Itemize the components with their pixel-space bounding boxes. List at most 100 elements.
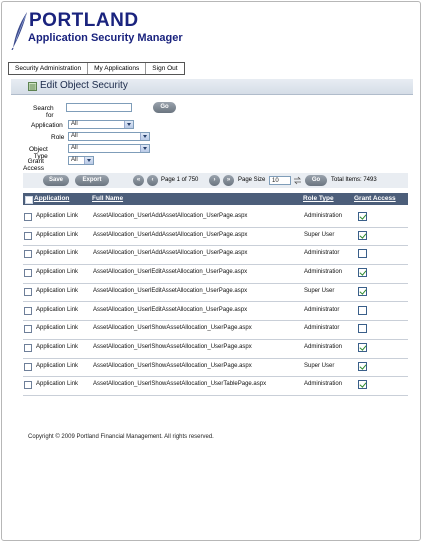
- application-label: Application: [31, 122, 63, 129]
- table-row: Application Link AssetAllocation_UserlAd…: [23, 245, 408, 266]
- next-page-icon[interactable]: ›: [209, 175, 220, 186]
- application-select[interactable]: All: [68, 120, 134, 129]
- row-full-name: AssetAllocation_UserlShowAssetAllocation…: [93, 325, 252, 332]
- object-type-select-value: All: [71, 145, 78, 151]
- grant-access-select[interactable]: All: [68, 156, 94, 165]
- row-full-name: AssetAllocation_UserlShowAssetAllocation…: [93, 362, 252, 369]
- row-application: Application Link: [36, 250, 79, 257]
- grant-access-checkbox[interactable]: [358, 305, 367, 315]
- row-role-type: Administration: [304, 343, 343, 350]
- row-checkbox[interactable]: [24, 269, 32, 278]
- table-header: Application Full Name Role Type Grant Ac…: [23, 193, 408, 205]
- page-size-input[interactable]: 10: [269, 176, 291, 185]
- brand-title: PORTLAND: [29, 10, 139, 31]
- page-indicator: Page 1 of 750: [161, 177, 199, 183]
- swap-icon[interactable]: [293, 176, 302, 185]
- row-checkbox[interactable]: [24, 343, 32, 352]
- row-role-type: Super User: [304, 231, 335, 238]
- role-select[interactable]: All: [68, 132, 150, 141]
- grant-access-checkbox[interactable]: [358, 324, 367, 334]
- grant-access-checkbox[interactable]: [358, 268, 367, 278]
- row-full-name: AssetAllocation_UserlEditAssetAllocation…: [93, 269, 248, 276]
- row-full-name: AssetAllocation_UserlAddAssetAllocation_…: [93, 250, 248, 257]
- row-full-name: AssetAllocation_UserlAddAssetAllocation_…: [93, 213, 248, 219]
- save-button[interactable]: Save: [43, 175, 69, 186]
- role-select-value: All: [71, 133, 78, 139]
- pager-toolbar: Save Export « ‹ Page 1 of 750 › » Page S…: [23, 173, 408, 188]
- row-checkbox[interactable]: [24, 381, 32, 390]
- row-checkbox[interactable]: [24, 231, 32, 240]
- row-role-type: Administrator: [304, 250, 340, 257]
- column-application[interactable]: Application: [34, 193, 69, 205]
- column-role-type[interactable]: Role Type: [303, 193, 334, 205]
- prev-page-icon[interactable]: ‹: [147, 175, 158, 186]
- nav-sign-out[interactable]: Sign Out: [146, 63, 183, 74]
- first-page-icon[interactable]: «: [133, 175, 144, 186]
- object-type-select[interactable]: All: [68, 144, 150, 153]
- total-items: Total Items: 7493: [331, 177, 377, 183]
- search-input[interactable]: [66, 103, 132, 112]
- copyright-footer: Copyright © 2009 Portland Financial Mana…: [28, 434, 214, 440]
- table-row: Application Link AssetAllocation_UserlAd…: [23, 227, 408, 247]
- row-checkbox[interactable]: [24, 325, 32, 334]
- row-checkbox[interactable]: [24, 362, 32, 371]
- row-application: Application Link: [36, 231, 79, 238]
- page-go-button[interactable]: Go: [305, 175, 327, 186]
- grant-access-label: Grant Access: [23, 158, 44, 172]
- row-application: Application Link: [36, 287, 79, 294]
- chevron-down-icon: [140, 133, 149, 140]
- last-page-icon[interactable]: »: [223, 175, 234, 186]
- row-checkbox[interactable]: [24, 250, 32, 259]
- top-nav: Security Administration My Applications …: [8, 62, 185, 75]
- row-application: Application Link: [36, 362, 79, 369]
- quill-icon: [11, 12, 27, 50]
- grant-access-select-value: All: [71, 157, 78, 163]
- grant-access-checkbox[interactable]: [358, 249, 367, 259]
- table-row: Application Link AssetAllocation_UserlEd…: [23, 264, 408, 284]
- grant-access-checkbox[interactable]: [358, 230, 367, 240]
- row-application: Application Link: [36, 306, 79, 313]
- table-row: Application Link AssetAllocation_UserlSh…: [23, 376, 408, 396]
- chevron-down-icon: [124, 121, 133, 128]
- table-row: Application Link AssetAllocation_UserlEd…: [23, 283, 408, 303]
- row-full-name: AssetAllocation_UserlShowAssetAllocation…: [93, 343, 252, 350]
- grant-access-checkbox[interactable]: [358, 342, 367, 352]
- search-go-button[interactable]: Go: [153, 102, 176, 113]
- table-row: Application Link AssetAllocation_UserlEd…: [23, 302, 408, 322]
- row-role-type: Administrator: [304, 325, 340, 332]
- database-icon: [28, 82, 37, 91]
- page-title: Edit Object Security: [40, 80, 128, 91]
- grant-access-checkbox[interactable]: [358, 361, 367, 371]
- table-row: Application Link AssetAllocation_UserlAd…: [23, 208, 408, 228]
- row-role-type: Administrator: [304, 306, 340, 313]
- row-application: Application Link: [36, 343, 79, 350]
- row-full-name: AssetAllocation_UserlEditAssetAllocation…: [93, 287, 248, 294]
- column-full-name[interactable]: Full Name: [92, 193, 123, 205]
- row-role-type: Super User: [304, 362, 335, 369]
- row-full-name: AssetAllocation_UserlEditAssetAllocation…: [93, 306, 248, 313]
- export-button[interactable]: Export: [75, 175, 109, 186]
- chevron-down-icon: [84, 157, 93, 164]
- nav-security-administration[interactable]: Security Administration: [9, 63, 89, 74]
- nav-my-applications[interactable]: My Applications: [88, 63, 147, 74]
- table-row: Application Link AssetAllocation_UserlSh…: [23, 358, 408, 378]
- row-role-type: Administration: [304, 269, 343, 276]
- select-all-checkbox[interactable]: [25, 196, 33, 204]
- column-grant-access[interactable]: Grant Access: [354, 193, 396, 205]
- chevron-down-icon: [140, 145, 149, 152]
- application-select-value: All: [71, 121, 78, 127]
- row-checkbox[interactable]: [24, 213, 32, 221]
- row-checkbox[interactable]: [24, 306, 32, 315]
- row-checkbox[interactable]: [24, 287, 32, 296]
- section-header: Edit Object Security: [11, 79, 413, 95]
- row-application: Application Link: [36, 269, 79, 276]
- role-label: Role: [51, 134, 65, 141]
- grant-access-checkbox[interactable]: [358, 380, 367, 390]
- grant-access-checkbox[interactable]: [358, 212, 367, 221]
- row-role-type: Administration: [304, 381, 343, 388]
- row-application: Application Link: [36, 325, 79, 332]
- row-application: Application Link: [36, 213, 79, 219]
- grant-access-checkbox[interactable]: [358, 286, 367, 296]
- brand-subtitle: Application Security Manager: [28, 32, 183, 44]
- row-full-name: AssetAllocation_UserlShowAssetAllocation…: [93, 381, 267, 388]
